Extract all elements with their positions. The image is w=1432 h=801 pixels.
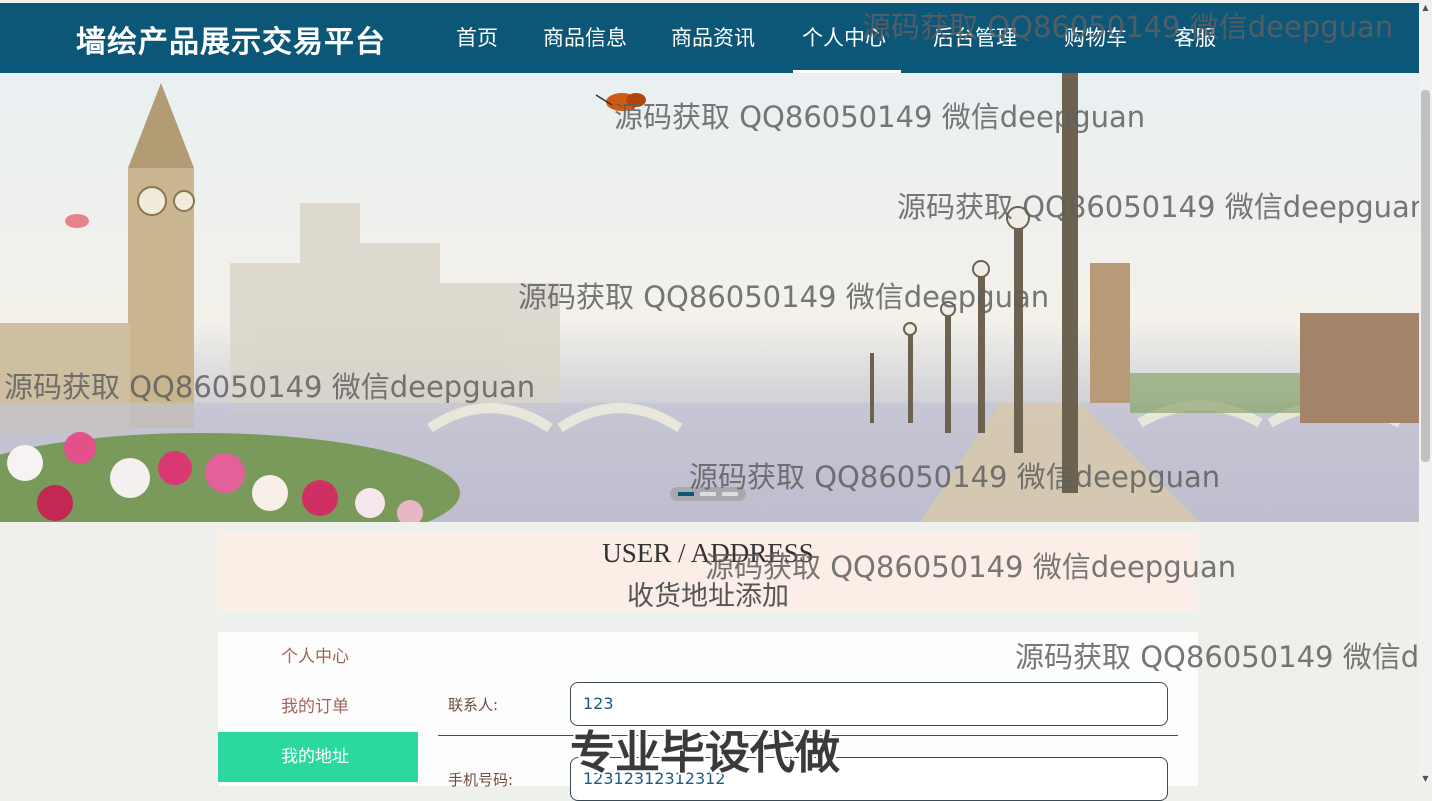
carousel-dot-3[interactable] (722, 492, 738, 496)
banner-illustration (0, 73, 1419, 522)
page-title-english: USER / ADDRESS (602, 538, 814, 568)
address-panel: 个人中心 我的订单 我的地址 联系人: 123 手机号码: 1231231231… (218, 632, 1198, 801)
scroll-down-arrow-icon[interactable]: ▼ (1421, 773, 1430, 785)
form-divider (438, 735, 1178, 736)
page-scrollbar[interactable]: ▲ ▼ (1419, 0, 1432, 786)
clock-tower-shape (128, 83, 195, 428)
sidebar-item-my-orders[interactable]: 我的订单 (218, 682, 418, 732)
carousel-indicators (670, 487, 746, 501)
nav-customer-service[interactable]: 客服 (1174, 22, 1216, 52)
section-title-band: USER / ADDRESS 收货地址添加 (218, 532, 1198, 612)
sidebar-item-my-address[interactable]: 我的地址 (218, 732, 418, 782)
carousel-dot-1[interactable] (678, 492, 694, 496)
nav-product-info[interactable]: 商品信息 (543, 22, 627, 52)
nav-admin[interactable]: 后台管理 (933, 22, 1017, 52)
nav-home[interactable]: 首页 (456, 22, 498, 52)
nav-personal-center[interactable]: 个人中心 (802, 22, 886, 52)
site-brand[interactable]: 墙绘产品展示交易平台 (76, 17, 386, 61)
scroll-up-arrow-icon[interactable]: ▲ (1421, 2, 1430, 14)
butterfly-shape (595, 93, 646, 111)
carousel-dot-2[interactable] (700, 492, 716, 496)
banner-carousel[interactable] (0, 73, 1419, 522)
scroll-thumb[interactable] (1421, 90, 1430, 462)
sidebar-item-personal-center[interactable]: 个人中心 (218, 632, 418, 682)
contact-input[interactable]: 123 (570, 682, 1168, 726)
nav-cart[interactable]: 购物车 (1064, 22, 1127, 52)
phone-input[interactable]: 12312312312312 (570, 757, 1168, 801)
nav-product-news[interactable]: 商品资讯 (671, 22, 755, 52)
top-navbar: 墙绘产品展示交易平台 首页 商品信息 商品资讯 个人中心 后台管理 购物车 客服 (0, 3, 1419, 73)
phone-label: 手机号码: (448, 771, 514, 789)
page-title-chinese: 收货地址添加 (627, 581, 789, 611)
contact-label: 联系人: (448, 696, 499, 714)
